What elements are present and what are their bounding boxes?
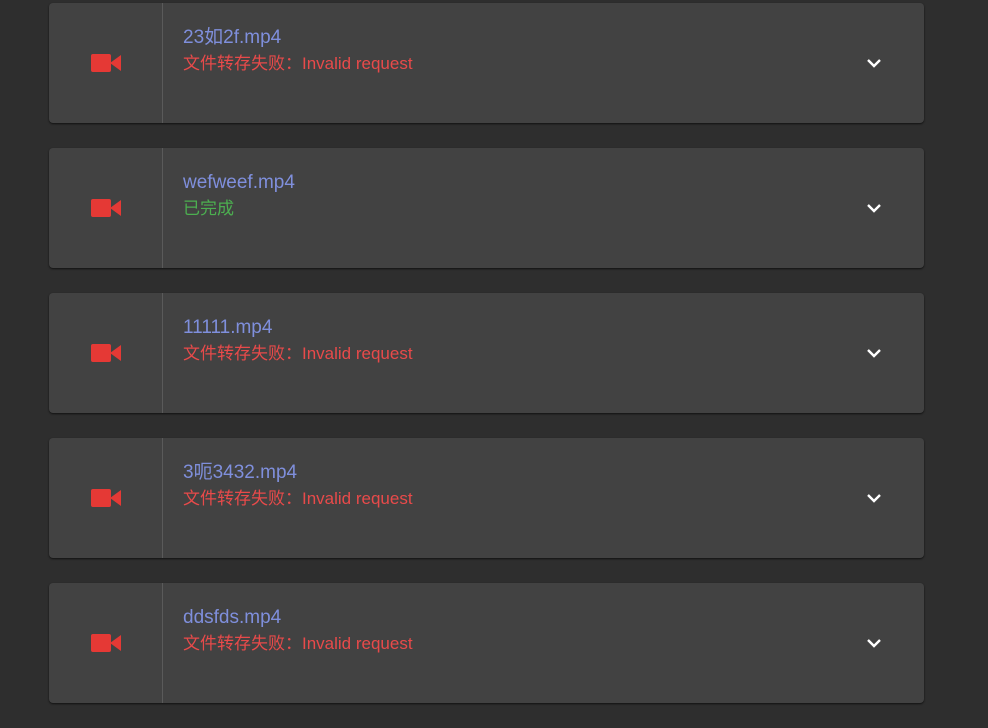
file-task-card[interactable]: 23如2f.mp4 文件转存失败：Invalid request — [49, 3, 924, 123]
file-status: 文件转存失败：Invalid request — [183, 344, 413, 363]
file-status: 文件转存失败：Invalid request — [183, 634, 413, 653]
file-status: 文件转存失败：Invalid request — [183, 54, 413, 73]
file-task-card[interactable]: 3呃3432.mp4 文件转存失败：Invalid request — [49, 438, 924, 558]
file-name: 23如2f.mp4 — [183, 27, 282, 48]
file-type-cell — [49, 438, 163, 558]
expand-button[interactable] — [862, 198, 886, 218]
videocam-icon — [90, 489, 121, 507]
file-type-cell — [49, 148, 163, 268]
file-name: 11111.mp4 — [183, 317, 273, 338]
chevron-down-icon — [867, 59, 881, 68]
chevron-down-icon — [867, 349, 881, 358]
file-task-card[interactable]: wefweef.mp4 已完成 — [49, 148, 924, 268]
chevron-down-icon — [867, 494, 881, 503]
file-info: 23如2f.mp4 文件转存失败：Invalid request — [183, 27, 413, 75]
expand-button[interactable] — [862, 53, 886, 73]
chevron-down-icon — [867, 204, 881, 213]
videocam-icon — [90, 199, 121, 217]
file-info: ddsfds.mp4 文件转存失败：Invalid request — [183, 607, 413, 655]
file-status: 已完成 — [183, 199, 234, 218]
file-info: 11111.mp4 文件转存失败：Invalid request — [183, 317, 413, 365]
file-type-cell — [49, 3, 163, 123]
file-task-list: 23如2f.mp4 文件转存失败：Invalid request wefweef… — [49, 3, 924, 728]
videocam-icon — [90, 634, 121, 652]
expand-button[interactable] — [862, 343, 886, 363]
videocam-icon — [90, 344, 121, 362]
file-name: ddsfds.mp4 — [183, 607, 282, 628]
file-name: 3呃3432.mp4 — [183, 462, 298, 483]
expand-button[interactable] — [862, 488, 886, 508]
expand-button[interactable] — [862, 633, 886, 653]
chevron-down-icon — [867, 639, 881, 648]
videocam-icon — [90, 54, 121, 72]
file-info: wefweef.mp4 已完成 — [183, 172, 295, 220]
file-info: 3呃3432.mp4 文件转存失败：Invalid request — [183, 462, 413, 510]
file-task-card[interactable]: ddsfds.mp4 文件转存失败：Invalid request — [49, 583, 924, 703]
file-type-cell — [49, 293, 163, 413]
file-type-cell — [49, 583, 163, 703]
file-name: wefweef.mp4 — [183, 172, 295, 193]
file-task-card[interactable]: 11111.mp4 文件转存失败：Invalid request — [49, 293, 924, 413]
file-status: 文件转存失败：Invalid request — [183, 489, 413, 508]
